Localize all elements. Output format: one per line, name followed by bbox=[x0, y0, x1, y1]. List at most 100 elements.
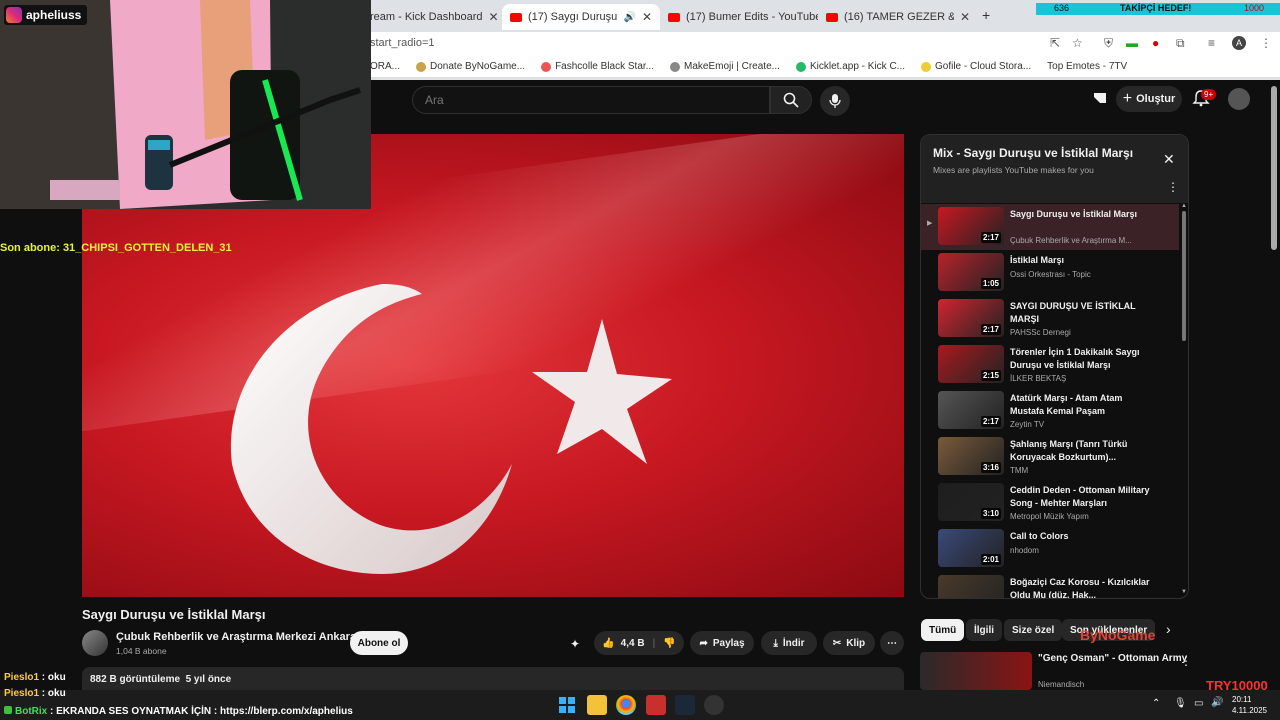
tab-label: (17) Bumer Edits - YouTube bbox=[686, 11, 818, 23]
description-box[interactable]: 882 B görüntüleme 5 yıl önce bbox=[82, 667, 904, 691]
more-actions-button[interactable]: ⋯ bbox=[880, 631, 904, 655]
share-button[interactable]: ➦ Paylaş bbox=[690, 631, 754, 655]
more-vert-icon[interactable]: ⋮ bbox=[1167, 180, 1179, 194]
chevron-up-icon[interactable]: ⌃ bbox=[1152, 698, 1160, 709]
close-icon[interactable]: ✕ bbox=[636, 10, 652, 24]
mix-item[interactable]: ▶ 2:17 Saygı Duruşu ve İstiklal Marşı Çubuk… bbox=[921, 204, 1179, 250]
close-icon[interactable]: ✕ bbox=[1163, 151, 1175, 168]
shield-icon[interactable]: ⛨ bbox=[1104, 36, 1113, 51]
install-icon[interactable]: ⇱ bbox=[1050, 36, 1060, 50]
mix-thumbnail[interactable]: 2:01 bbox=[938, 529, 1004, 567]
file-explorer-icon[interactable] bbox=[587, 695, 607, 715]
mix-item[interactable]: 3:16 Şahlanış Marşı (Tanrı Türkü Koruyaca… bbox=[921, 434, 1179, 480]
clock-time[interactable]: 20:11 bbox=[1232, 695, 1251, 704]
chat-message: Pieslo1 : oku bbox=[4, 688, 66, 699]
channel-avatar[interactable] bbox=[82, 630, 108, 656]
mix-item[interactable]: 3:10 Ceddin Deden - Ottoman Military Song… bbox=[921, 480, 1179, 526]
voice-search-button[interactable] bbox=[820, 86, 850, 116]
cast-icon[interactable] bbox=[1092, 91, 1108, 110]
mix-thumbnail[interactable]: 1:05 bbox=[938, 253, 1004, 291]
scroll-down-icon[interactable]: ▼ bbox=[1181, 589, 1187, 595]
bookmark-icon bbox=[921, 61, 931, 72]
chrome-icon[interactable] bbox=[616, 695, 636, 715]
puzzle-icon[interactable]: ⧉ bbox=[1176, 36, 1185, 51]
mix-item[interactable]: 2:15 Törenler İçin 1 Dakikalık Saygı Duru… bbox=[921, 342, 1179, 388]
chevron-right-icon[interactable]: › bbox=[1166, 621, 1171, 637]
tab-youtube-active[interactable]: (17) Saygı Duruşu ve İstiklal 🔊 ✕ bbox=[502, 4, 660, 30]
like-count[interactable]: 4,4 B bbox=[621, 638, 645, 649]
star-icon[interactable]: ☆ bbox=[1072, 36, 1083, 50]
opera-icon[interactable]: ● bbox=[1152, 36, 1159, 50]
bookmark[interactable]: Fashcolle Black Star... bbox=[541, 61, 654, 72]
recommended-title[interactable]: "Genç Osman" - Ottoman Army bbox=[1038, 653, 1187, 664]
last-subscriber: Son abone: 31_CHIPSI_GOTTEN_DELEN_31 bbox=[0, 242, 232, 254]
bookmark[interactable]: Donate ByNoGame... bbox=[416, 61, 525, 72]
chat-text: : EKRANDA SES OYNATMAK İÇİN : https://bl… bbox=[47, 706, 353, 717]
bookmark[interactable]: Top Emotes - 7TV bbox=[1047, 61, 1127, 72]
download-button[interactable]: ⤓ İndir bbox=[761, 631, 817, 655]
mix-item[interactable]: 2:17 SAYGI DURUŞU VE İSTİKLAL MARŞI PAHSSc… bbox=[921, 296, 1179, 342]
steam-icon[interactable] bbox=[675, 695, 695, 715]
scroll-up-icon[interactable]: ▲ bbox=[1181, 203, 1187, 209]
bookmark[interactable]: MakeEmoji | Create... bbox=[670, 61, 780, 72]
windows-start-icon[interactable] bbox=[557, 695, 577, 715]
mix-thumbnail[interactable]: 3:16 bbox=[938, 437, 1004, 475]
chip-for-you[interactable]: Size özel bbox=[1004, 619, 1063, 641]
duration-badge: 2:17 bbox=[980, 232, 1001, 243]
speaker-icon: 🔊 bbox=[623, 11, 636, 23]
bookmark[interactable]: Gofile - Cloud Stora... bbox=[921, 61, 1031, 72]
mix-item-channel: Zeytin TV bbox=[1010, 420, 1045, 429]
duration-badge: 2:17 bbox=[980, 416, 1001, 427]
plus-icon: + bbox=[1122, 90, 1133, 107]
microphone-icon[interactable]: 🎙 bbox=[1174, 698, 1187, 709]
search-input[interactable] bbox=[425, 93, 745, 107]
account-avatar[interactable] bbox=[1228, 88, 1250, 110]
tab-tamer-gezer[interactable]: (16) TAMER GEZER & ROCK KE ✕ bbox=[818, 4, 978, 30]
mix-item[interactable]: 2:17 Atatürk Marşı - Atam Atam Mustafa Ke… bbox=[921, 388, 1179, 434]
search-button[interactable] bbox=[770, 86, 812, 114]
mix-scrollbar[interactable] bbox=[1182, 211, 1186, 341]
mix-item[interactable]: 1:05 İstiklal Marşı Ossi Orkestrası - Topi… bbox=[921, 250, 1179, 296]
bookmark[interactable]: Kicklet.app - Kick C... bbox=[795, 61, 905, 72]
more-vert-icon[interactable]: ⋮ bbox=[1180, 654, 1192, 668]
create-button[interactable]: + Oluştur bbox=[1116, 86, 1182, 112]
chip-related[interactable]: İlgili bbox=[966, 619, 1002, 641]
mix-item-title: İstiklal Marşı bbox=[1010, 255, 1065, 265]
mix-thumbnail[interactable]: 2:18 bbox=[938, 575, 1004, 598]
subscribe-button[interactable]: Abone ol bbox=[350, 631, 408, 655]
chip-all[interactable]: Tümü bbox=[921, 619, 965, 641]
tab-bumer-edits[interactable]: (17) Bumer Edits - YouTube ✕ bbox=[660, 4, 818, 30]
tab-kick-dashboard[interactable]: ream - Kick Dashboard ✕ bbox=[362, 4, 502, 30]
obs-icon[interactable] bbox=[704, 695, 724, 715]
volume-icon[interactable]: 🔊 bbox=[1211, 697, 1223, 708]
recommended-thumbnail[interactable] bbox=[920, 652, 1032, 690]
mix-thumbnail[interactable]: 2:15 bbox=[938, 345, 1004, 383]
mix-item[interactable]: 2:01 Call to Colors nhodom bbox=[921, 526, 1179, 572]
address-bar[interactable]: start_radio=1 ⇱ ☆ ⛨ ▬ ● ⧉ ≡ A ⋮ bbox=[360, 32, 1280, 56]
close-icon[interactable]: ✕ bbox=[954, 10, 970, 24]
menu-icon[interactable]: ⋮ bbox=[1260, 36, 1272, 50]
thumbs-up-icon[interactable]: 👍 bbox=[602, 638, 614, 649]
new-tab-button[interactable]: + bbox=[982, 7, 990, 23]
media-icon[interactable]: ≡ bbox=[1208, 36, 1215, 50]
clip-button[interactable]: ✂ Klip bbox=[823, 631, 875, 655]
like-dislike-group: 👍 4,4 B | 👎 bbox=[594, 631, 684, 655]
bookmark-icon bbox=[795, 61, 806, 72]
search-box[interactable] bbox=[412, 86, 770, 114]
bookmark[interactable]: ORA... bbox=[370, 61, 400, 72]
mix-item[interactable]: 2:18 Boğaziçi Caz Korosu - Kızılcıklar Ol… bbox=[921, 572, 1179, 598]
extension-icon[interactable]: ▬ bbox=[1126, 36, 1138, 50]
page-scrollbar[interactable] bbox=[1271, 86, 1277, 250]
mix-thumbnail[interactable]: 2:17 bbox=[938, 207, 1004, 245]
mix-thumbnail[interactable]: 2:17 bbox=[938, 391, 1004, 429]
clock-date[interactable]: 4.11.2025 bbox=[1232, 706, 1267, 715]
profile-avatar[interactable]: A bbox=[1232, 36, 1246, 50]
channel-name[interactable]: Çubuk Rehberlik ve Araştırma Merkezi Ank… bbox=[116, 631, 356, 643]
sparkle-icon[interactable]: ✦ bbox=[570, 637, 580, 651]
mix-thumbnail[interactable]: 3:10 bbox=[938, 483, 1004, 521]
close-icon[interactable]: ✕ bbox=[483, 10, 499, 24]
thumbs-down-icon[interactable]: 👎 bbox=[663, 638, 675, 649]
mix-thumbnail[interactable]: 2:17 bbox=[938, 299, 1004, 337]
app-icon[interactable] bbox=[646, 695, 666, 715]
network-icon[interactable]: ▭ bbox=[1194, 698, 1203, 709]
